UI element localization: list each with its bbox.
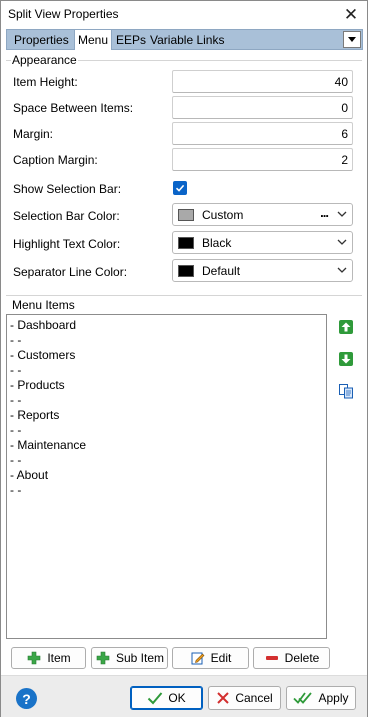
item-height-input[interactable]: 40	[172, 70, 353, 93]
margin-label: Margin:	[13, 127, 54, 141]
color-swatch	[178, 265, 194, 277]
list-item[interactable]: - -	[10, 333, 21, 347]
checkmark-icon	[175, 184, 185, 192]
minus-icon	[264, 650, 280, 666]
window-title: Split View Properties	[8, 7, 119, 21]
menu-items-group-label: Menu Items	[11, 298, 76, 312]
help-icon[interactable]: ?	[16, 688, 37, 709]
list-item[interactable]: - -	[10, 483, 21, 497]
space-between-items-input[interactable]: 0	[172, 96, 353, 119]
highlight-text-color-value: Black	[202, 236, 232, 250]
title-bar: Split View Properties ✕	[1, 1, 367, 28]
chevron-down-icon	[348, 37, 356, 42]
separator-line-color-label: Separator Line Color:	[13, 265, 128, 279]
ok-label: OK	[168, 691, 186, 705]
show-selection-bar-checkbox[interactable]	[173, 181, 187, 195]
apply-check-icon	[293, 692, 313, 704]
tab-strip: Properties Menu EEPs Variable Links	[6, 29, 363, 50]
list-item[interactable]: - -	[10, 363, 21, 377]
chevron-down-icon	[337, 211, 347, 217]
ok-button[interactable]: OK	[130, 686, 203, 710]
edit-icon	[190, 650, 206, 666]
apply-label: Apply	[318, 691, 349, 705]
list-item[interactable]: - -	[10, 453, 21, 467]
list-item[interactable]: - About	[10, 468, 48, 482]
selection-bar-color-label: Selection Bar Color:	[13, 209, 120, 223]
copy-icon[interactable]	[338, 383, 354, 399]
list-item[interactable]: - -	[10, 423, 21, 437]
selection-bar-color-select[interactable]: Custom ...	[172, 203, 353, 226]
plus-icon	[95, 650, 111, 666]
show-selection-bar-label: Show Selection Bar:	[13, 182, 122, 196]
list-item[interactable]: - Customers	[10, 348, 75, 362]
menu-items-divider	[6, 295, 362, 296]
margin-input[interactable]: 6	[172, 122, 353, 145]
selection-bar-color-value: Custom	[202, 208, 244, 222]
ellipsis-button[interactable]: ...	[320, 205, 329, 220]
close-icon[interactable]: ✕	[335, 1, 367, 28]
split-view-properties-dialog: Split View Properties ✕ Properties Menu …	[0, 0, 368, 717]
appearance-group-label: Appearance	[11, 53, 78, 67]
highlight-text-color-select[interactable]: Black	[172, 231, 353, 254]
list-item[interactable]: - Maintenance	[10, 438, 86, 452]
move-down-icon[interactable]	[338, 351, 354, 367]
tab-menu[interactable]: Menu	[74, 29, 113, 50]
item-height-label: Item Height:	[13, 75, 78, 89]
dialog-footer: ? OK Cancel Apply	[1, 675, 367, 717]
edit-item-button[interactable]: Edit	[172, 647, 249, 669]
delete-item-button[interactable]: Delete	[253, 647, 330, 669]
caption-margin-label: Caption Margin:	[13, 153, 98, 167]
tab-list-dropdown[interactable]	[343, 31, 361, 48]
add-sub-item-label: Sub Item	[115, 651, 165, 665]
chevron-down-icon	[337, 239, 347, 245]
tab-eeps[interactable]: EEPs	[113, 32, 149, 50]
add-sub-item-button[interactable]: Sub Item	[91, 647, 168, 669]
tab-variable-links[interactable]: Variable Links	[147, 32, 227, 50]
cancel-label: Cancel	[235, 691, 273, 705]
checkmark-icon	[148, 692, 163, 705]
edit-item-label: Edit	[210, 651, 232, 665]
caption-margin-input[interactable]: 2	[172, 148, 353, 171]
space-between-items-label: Space Between Items:	[13, 101, 134, 115]
add-item-button[interactable]: Item	[11, 647, 86, 669]
separator-line-color-select[interactable]: Default	[172, 259, 353, 282]
separator-line-color-value: Default	[202, 264, 241, 278]
delete-item-label: Delete	[284, 651, 320, 665]
tab-properties[interactable]: Properties	[11, 32, 72, 50]
menu-items-list[interactable]: - Dashboard - - - Customers - - - Produc…	[6, 314, 327, 639]
highlight-text-color-label: Highlight Text Color:	[13, 237, 121, 251]
color-swatch	[178, 209, 194, 221]
list-item[interactable]: - Products	[10, 378, 65, 392]
list-item[interactable]: - -	[10, 393, 21, 407]
apply-button[interactable]: Apply	[286, 686, 356, 710]
plus-icon	[26, 650, 42, 666]
chevron-down-icon	[337, 267, 347, 273]
color-swatch	[178, 237, 194, 249]
list-item[interactable]: - Reports	[10, 408, 59, 422]
cancel-icon	[217, 692, 230, 704]
add-item-label: Item	[47, 651, 71, 665]
list-item[interactable]: - Dashboard	[10, 318, 76, 332]
cancel-button[interactable]: Cancel	[208, 686, 281, 710]
move-up-icon[interactable]	[338, 319, 354, 335]
